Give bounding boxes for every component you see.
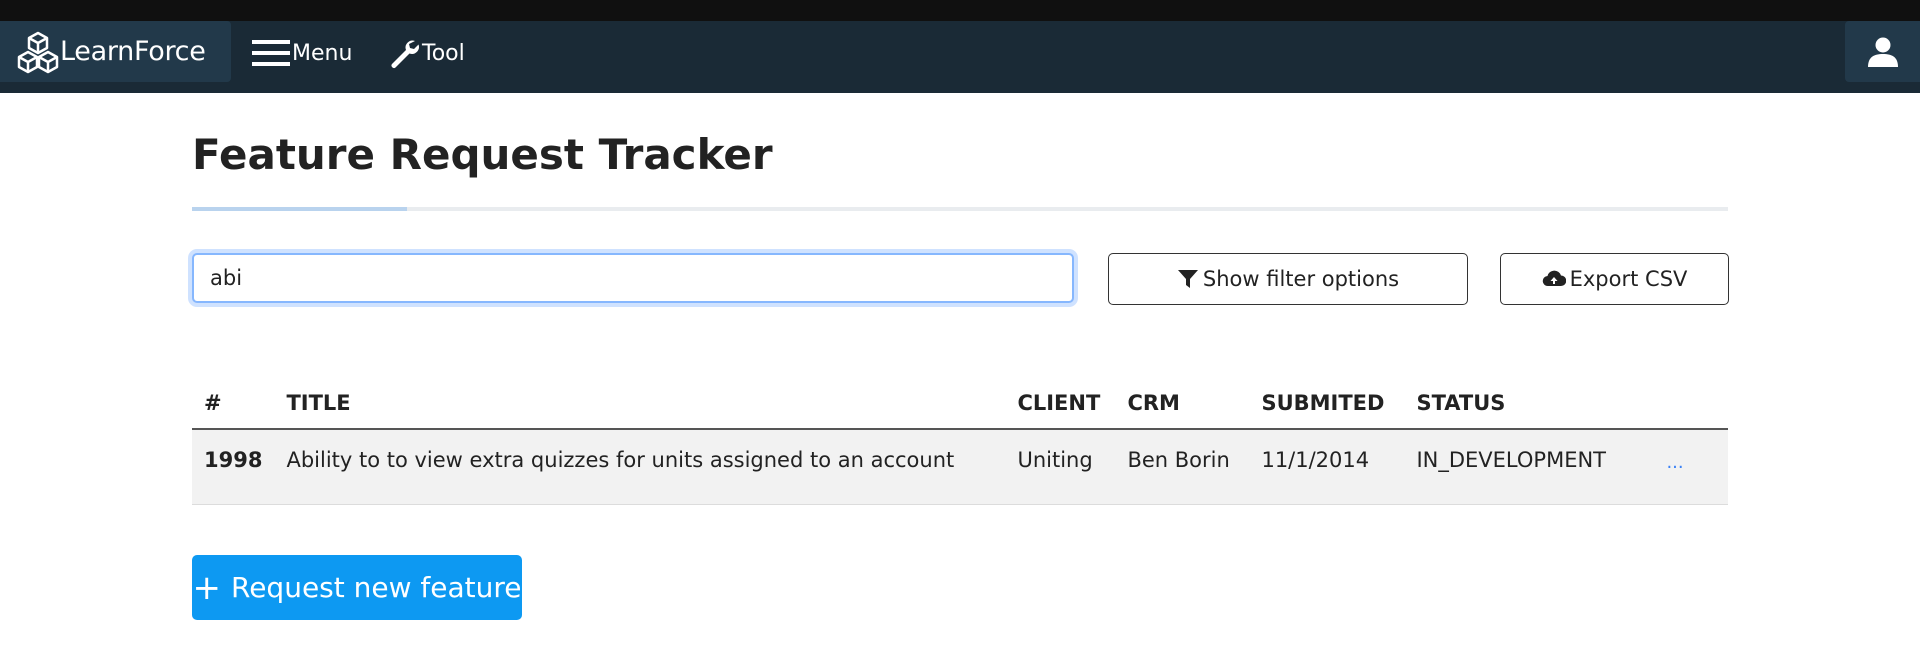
brand-link[interactable]: LearnForce <box>0 21 231 82</box>
column-header-client[interactable]: CLIENT <box>1005 378 1116 430</box>
table-header-row: # TITLE CLIENT CRM SUBMITED STATUS <box>192 378 1728 430</box>
cell-actions: ... <box>1654 429 1728 504</box>
cloud-upload-icon <box>1542 270 1566 287</box>
page-title: Feature Request Tracker <box>192 130 773 179</box>
cell-submitted: 11/1/2014 <box>1261 448 1370 472</box>
show-filter-options-button[interactable]: Show filter options <box>1108 253 1468 305</box>
column-header-id[interactable]: # <box>192 378 275 430</box>
column-header-actions <box>1654 378 1728 430</box>
title-divider-accent <box>192 207 407 211</box>
row-more-link[interactable]: ... <box>1666 448 1683 473</box>
hamburger-icon <box>252 40 290 66</box>
request-new-feature-button[interactable]: + Request new feature <box>192 555 522 620</box>
user-icon <box>1867 37 1898 67</box>
cell-client: Uniting <box>1017 448 1093 472</box>
export-csv-button[interactable]: Export CSV <box>1500 253 1729 305</box>
table-row[interactable]: 1998 Ability to to view extra quizzes fo… <box>192 429 1728 504</box>
title-divider <box>192 207 1728 211</box>
cell-id: 1998 <box>204 448 263 472</box>
tool-label: Tool <box>422 40 465 66</box>
request-label: Request new feature <box>231 571 522 604</box>
menu-button[interactable]: Menu <box>252 33 352 73</box>
top-strip <box>0 0 1920 21</box>
brand-name: LearnForce <box>60 36 206 67</box>
wrench-icon <box>391 40 419 68</box>
cell-title: Ability to to view extra quizzes for uni… <box>286 448 955 472</box>
plus-icon: + <box>192 567 222 608</box>
column-header-status[interactable]: STATUS <box>1404 378 1655 430</box>
top-navbar: LearnForce Menu Tool <box>0 21 1920 93</box>
user-button[interactable] <box>1845 21 1920 82</box>
export-label: Export CSV <box>1569 267 1688 291</box>
column-header-title[interactable]: TITLE <box>274 378 1006 430</box>
filter-label: Show filter options <box>1202 267 1400 291</box>
tool-button[interactable]: Tool <box>388 33 465 73</box>
menu-label: Menu <box>292 40 353 66</box>
column-header-crm[interactable]: CRM <box>1115 378 1250 430</box>
cubes-icon <box>17 31 59 73</box>
search-input[interactable] <box>192 253 1074 303</box>
cell-crm: Ben Borin <box>1127 448 1230 472</box>
column-header-submitted[interactable]: SUBMITED <box>1249 378 1405 430</box>
cell-status: IN_DEVELOPMENT <box>1416 448 1606 472</box>
funnel-icon <box>1177 270 1198 288</box>
feature-request-table: # TITLE CLIENT CRM SUBMITED STATUS 1998 … <box>192 378 1728 505</box>
